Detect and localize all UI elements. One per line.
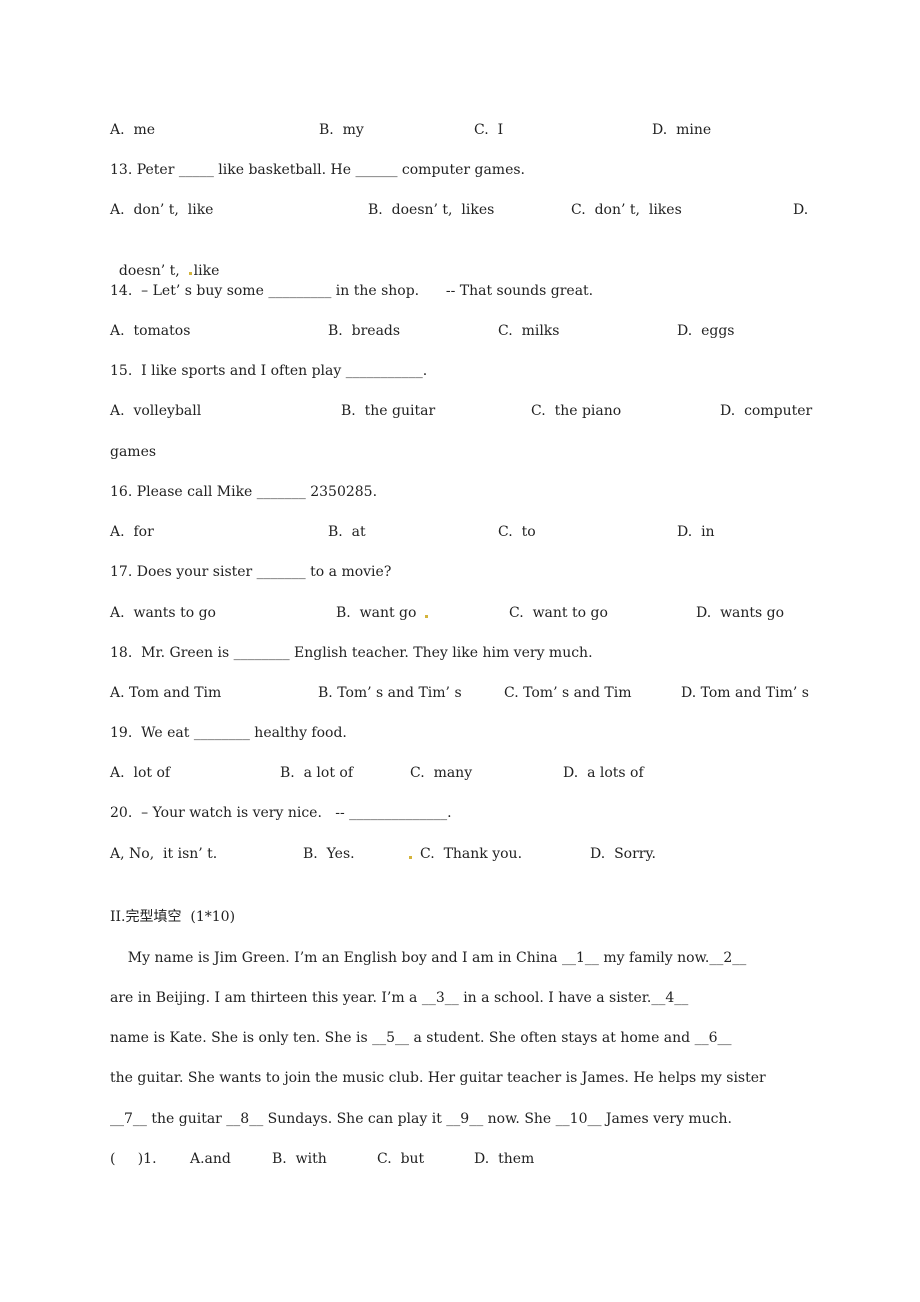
passage-line-2: are in Beijing. I am thirteen this year.… — [110, 990, 689, 1006]
q14-stem: 14. – Let’ s buy some _________ in the s… — [110, 283, 594, 299]
q17-option-c: C. want to go — [509, 605, 608, 621]
q12-option-a: A. me — [110, 122, 156, 138]
q20-option-a: A, No, it isn’ t. — [110, 846, 218, 862]
q19-option-c: C. many — [410, 765, 473, 781]
q14-option-a: A. tomatos — [110, 323, 191, 339]
q15-option-d: D. computer — [720, 403, 813, 419]
q18-option-d: D. Tom and Tim’ s — [681, 685, 809, 701]
cloze-q1-option-b: B. with — [272, 1151, 327, 1167]
q16-option-b: B. at — [328, 524, 366, 540]
cloze-q1-option-a: A.and — [190, 1151, 231, 1167]
q18-option-c: C. Tom’ s and Tim — [504, 685, 632, 701]
q13-option-d-pre: doesn’ t, — [118, 263, 189, 279]
q20-option-d: D. Sorry. — [590, 846, 656, 862]
q12-option-b: B. my — [319, 122, 364, 138]
passage-line-1: My name is Jim Green. I’m an English boy… — [110, 950, 747, 966]
q17-option-d: D. wants go — [696, 605, 785, 621]
q15-option-c: C. the piano — [531, 403, 622, 419]
q17-option-b: B. want go — [336, 605, 417, 621]
q14-option-d: D. eggs — [677, 323, 735, 339]
section-title: II.完型填空 (1*10) — [110, 909, 236, 925]
q20-option-b: B. Yes. — [303, 846, 355, 862]
q20-option-c: C. Thank you. — [420, 846, 523, 862]
cloze-q1-option-c: C. but — [377, 1151, 425, 1167]
q14-option-c: C. milks — [498, 323, 560, 339]
highlight-mark — [425, 615, 428, 618]
q19-option-a: A. lot of — [110, 765, 171, 781]
q16-option-c: C. to — [498, 524, 536, 540]
cloze-q1-option-d: D. them — [474, 1151, 535, 1167]
q19-stem: 19. We eat ________ healthy food. — [110, 725, 347, 741]
q13-option-b: B. doesn’ t, likes — [368, 202, 495, 218]
q12-option-d: D. mine — [652, 122, 712, 138]
q13-stem: 13. Peter _____ like basketball. He ____… — [110, 162, 525, 178]
q12-option-c: C. I — [474, 122, 504, 138]
cloze-q1-paren: ( )1. — [110, 1151, 157, 1167]
q16-stem: 16. Please call Mike _______ 2350285. — [110, 484, 378, 500]
q19-option-d: D. a lots of — [563, 765, 644, 781]
q18-option-a: A. Tom and Tim — [110, 685, 222, 701]
q13-option-d-post: like — [193, 263, 220, 279]
q18-stem: 18. Mr. Green is ________ English teache… — [110, 645, 593, 661]
q15-option-b: B. the guitar — [341, 403, 436, 419]
q17-option-a: A. wants to go — [110, 605, 216, 621]
q13-option-a: A. don’ t, like — [110, 202, 214, 218]
q13-option-d-text: doesn’ t, like — [110, 241, 220, 279]
q17-stem: 17. Does your sister _______ to a movie? — [110, 564, 392, 580]
q15-stem: 15. I like sports and I often play _____… — [110, 363, 428, 379]
q13-option-c: C. don’ t, likes — [571, 202, 682, 218]
highlight-mark — [409, 856, 412, 859]
q20-stem: 20. – Your watch is very nice. -- ______… — [110, 805, 452, 821]
passage-line-4: the guitar. She wants to join the music … — [110, 1070, 766, 1086]
q15-option-d-wrap: games — [110, 444, 157, 460]
q14-option-b: B. breads — [328, 323, 401, 339]
q13-option-d-label: D. — [793, 202, 809, 218]
q18-option-b: B. Tom’ s and Tim’ s — [318, 685, 462, 701]
q15-option-a: A. volleyball — [110, 403, 202, 419]
q16-option-a: A. for — [110, 524, 154, 540]
highlight-mark — [188, 272, 192, 275]
q16-option-d: D. in — [677, 524, 715, 540]
passage-line-3: name is Kate. She is only ten. She is __… — [110, 1030, 732, 1046]
passage-line-5: __7__ the guitar __8__ Sundays. She can … — [110, 1111, 732, 1127]
q19-option-b: B. a lot of — [280, 765, 354, 781]
